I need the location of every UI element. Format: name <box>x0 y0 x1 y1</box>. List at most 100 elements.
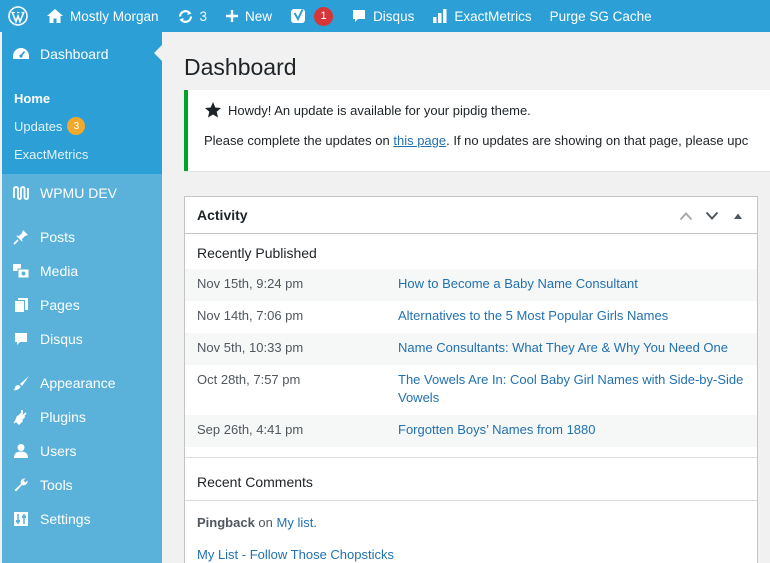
plus-icon <box>226 10 239 22</box>
published-row: Nov 15th, 9:24 pm How to Become a Baby N… <box>185 269 757 301</box>
exactmetrics-link[interactable]: ExactMetrics <box>423 0 540 32</box>
site-name: Mostly Morgan <box>70 8 159 24</box>
menu-dashboard[interactable]: Dashboard <box>2 32 162 76</box>
post-date: Oct 28th, 7:57 pm <box>197 372 301 387</box>
wordpress-logo-button[interactable] <box>0 0 37 32</box>
notice-message: Howdy! An update is available for your p… <box>228 102 531 118</box>
updates-count: 3 <box>199 8 208 24</box>
move-up-button[interactable] <box>673 205 699 227</box>
post-link[interactable]: Name Consultants: What They Are & Why Yo… <box>398 339 745 359</box>
pages-icon <box>12 296 30 314</box>
admin-bar: Mostly Morgan 3 New 1 Disqus ExactMetric… <box>0 0 770 32</box>
post-date: Nov 14th, 7:06 pm <box>197 308 304 323</box>
new-label: New <box>245 8 273 24</box>
main-content: Dashboard Howdy! An update is available … <box>162 32 770 563</box>
sidebar-item-tools-label: Tools <box>40 477 73 493</box>
exactmetrics-label: ExactMetrics <box>454 8 532 24</box>
submenu-exactmetrics-label: ExactMetrics <box>14 146 89 162</box>
yoast-icon <box>291 9 306 23</box>
yoast-link[interactable]: 1 <box>281 0 342 32</box>
post-link[interactable]: How to Become a Baby Name Consultant <box>398 275 745 295</box>
submenu-updates-label: Updates <box>14 118 63 134</box>
notice-line-2: Please complete the updates on this page… <box>204 133 748 148</box>
dashboard-icon <box>12 45 30 63</box>
sidebar-item-settings-label: Settings <box>40 511 91 527</box>
home-icon <box>47 9 63 23</box>
yoast-badge: 1 <box>314 6 334 26</box>
notice-text-after: . If no updates are showing on that page… <box>446 133 749 148</box>
toggle-panel-button[interactable] <box>725 205 751 227</box>
settings-icon <box>12 510 30 528</box>
comment-icon <box>353 10 366 22</box>
post-link[interactable]: Forgotten Boys’ Names from 1880 <box>398 421 745 441</box>
dashboard-label: Dashboard <box>40 46 109 62</box>
user-icon <box>12 442 30 460</box>
sidebar-item-tools[interactable]: Tools <box>2 468 162 502</box>
dashboard-submenu: Home Updates 3 ExactMetrics <box>2 76 162 174</box>
recent-comments-heading: Recent Comments <box>185 458 757 501</box>
bar-chart-icon <box>433 9 447 23</box>
star-icon <box>205 102 221 118</box>
sidebar-item-wpmudev[interactable]: WPMU DEV <box>2 176 162 210</box>
admin-sidebar: Dashboard Home Updates 3 ExactMetrics WP… <box>2 32 162 563</box>
comment-target-link[interactable]: My list. <box>277 515 317 530</box>
comment-icon <box>12 330 30 348</box>
sidebar-item-wpmudev-label: WPMU DEV <box>40 185 117 201</box>
sidebar-item-users[interactable]: Users <box>2 434 162 468</box>
chevron-up-icon <box>679 212 693 221</box>
sidebar-item-pages[interactable]: Pages <box>2 288 162 322</box>
sidebar-item-media[interactable]: Media <box>2 254 162 288</box>
submenu-exactmetrics[interactable]: ExactMetrics <box>2 140 162 168</box>
page-title: Dashboard <box>184 54 297 80</box>
published-row: Nov 14th, 7:06 pm Alternatives to the 5 … <box>185 301 757 333</box>
this-page-link[interactable]: this page <box>393 133 446 148</box>
wordpress-logo-icon <box>8 6 28 26</box>
post-date: Sep 26th, 4:41 pm <box>197 422 304 437</box>
activity-widget: Activity Recently Published Nov 15th, 9:… <box>184 196 758 563</box>
submenu-updates[interactable]: Updates 3 <box>2 112 162 140</box>
update-notice: Howdy! An update is available for your p… <box>184 90 770 171</box>
move-down-button[interactable] <box>699 205 725 227</box>
pin-icon <box>12 228 30 246</box>
recently-published-heading: Recently Published <box>197 245 317 261</box>
post-date: Nov 15th, 9:24 pm <box>197 276 304 291</box>
sidebar-item-plugins-label: Plugins <box>40 409 86 425</box>
sidebar-item-disqus-label: Disqus <box>40 331 83 347</box>
submenu-home-label: Home <box>14 90 51 106</box>
disqus-label: Disqus <box>373 8 415 24</box>
disqus-link[interactable]: Disqus <box>342 0 423 32</box>
brush-icon <box>12 374 30 392</box>
sidebar-item-settings[interactable]: Settings <box>2 502 162 536</box>
comment-type: Pingback <box>197 515 255 530</box>
widget-controls <box>673 205 751 227</box>
published-row: Sep 26th, 4:41 pm Forgotten Boys’ Names … <box>185 415 757 447</box>
purge-label: Purge SG Cache <box>549 8 652 24</box>
post-link[interactable]: The Vowels Are In: Cool Baby Girl Names … <box>398 371 745 409</box>
wpmudev-icon <box>12 184 30 202</box>
comment-author-link[interactable]: My List - Follow Those Chopsticks <box>185 530 757 562</box>
plugin-icon <box>12 408 30 426</box>
post-date: Nov 5th, 10:33 pm <box>197 340 304 355</box>
comment-on: on <box>258 515 273 530</box>
sidebar-item-posts-label: Posts <box>40 229 76 245</box>
sidebar-item-users-label: Users <box>40 443 77 459</box>
site-name-link[interactable]: Mostly Morgan <box>37 0 168 32</box>
refresh-icon <box>178 9 192 23</box>
sidebar-item-plugins[interactable]: Plugins <box>2 400 162 434</box>
submenu-home[interactable]: Home <box>2 84 162 112</box>
wrench-icon <box>12 476 30 494</box>
sidebar-item-appearance[interactable]: Appearance <box>2 366 162 400</box>
sidebar-item-disqus[interactable]: Disqus <box>2 322 162 356</box>
published-row: Nov 5th, 10:33 pm Name Consultants: What… <box>185 333 757 365</box>
new-content-link[interactable]: New <box>216 0 281 32</box>
activity-title: Activity <box>197 207 248 223</box>
comment-item: Pingback on My list. <box>185 501 757 530</box>
updates-badge: 3 <box>67 117 86 135</box>
post-link[interactable]: Alternatives to the 5 Most Popular Girls… <box>398 307 745 327</box>
purge-cache-link[interactable]: Purge SG Cache <box>541 0 661 32</box>
notice-text-before: Please complete the updates on <box>204 133 394 148</box>
activity-header: Activity <box>185 197 757 234</box>
sidebar-item-pages-label: Pages <box>40 297 80 313</box>
updates-link[interactable]: 3 <box>168 0 217 32</box>
sidebar-item-posts[interactable]: Posts <box>2 220 162 254</box>
